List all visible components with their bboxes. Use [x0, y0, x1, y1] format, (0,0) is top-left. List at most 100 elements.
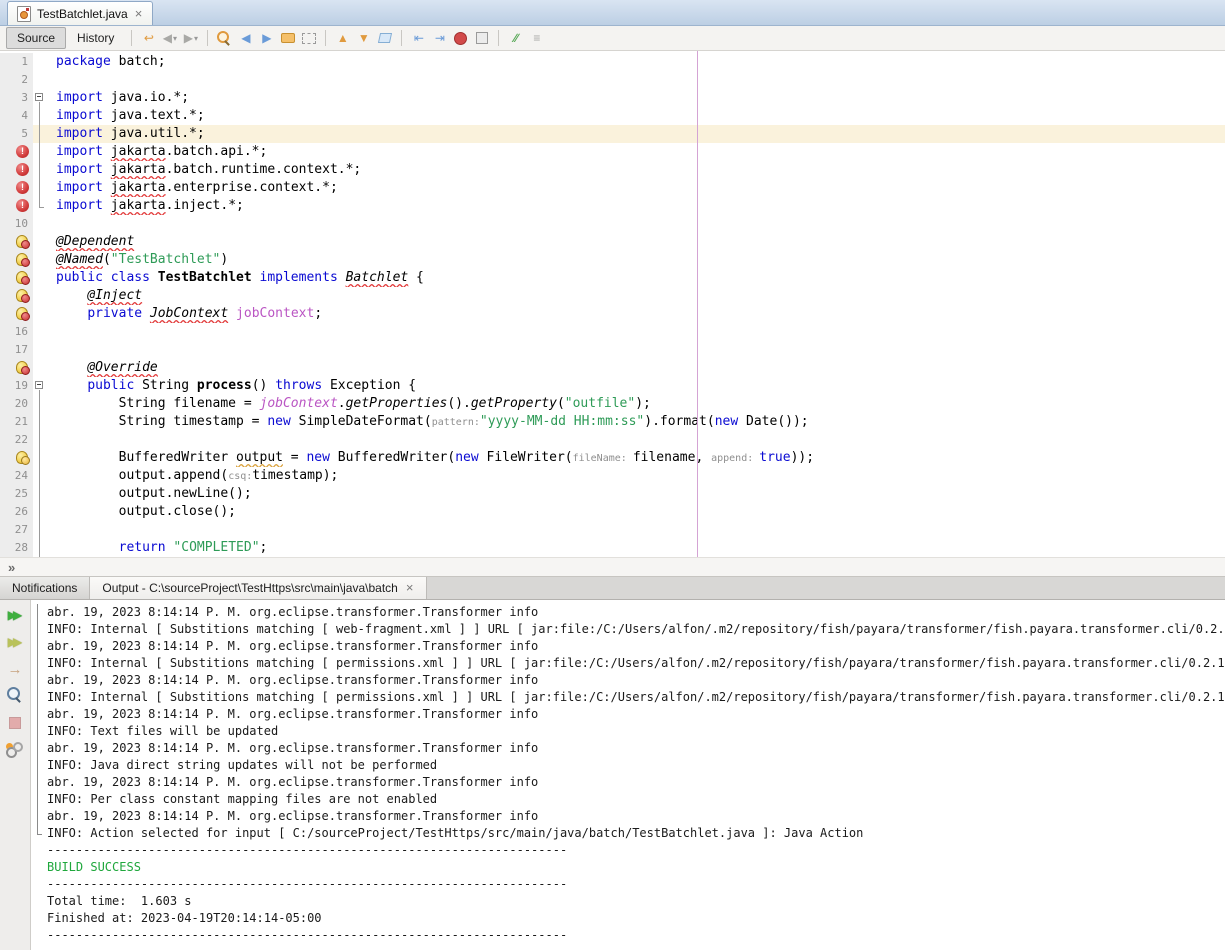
- tab-title: TestBatchlet.java: [37, 7, 128, 21]
- gutter-cell[interactable]: 17: [0, 341, 33, 359]
- gutter-cell[interactable]: [0, 287, 33, 305]
- output-fold-bracket: [31, 723, 47, 740]
- highlight-search-icon[interactable]: [277, 29, 298, 48]
- code-line: 4import java.text.*;: [0, 107, 1225, 125]
- output-lines[interactable]: abr. 19, 2023 8:14:14 P. M. org.eclipse.…: [31, 600, 1225, 950]
- error-icon[interactable]: [16, 199, 29, 212]
- rerun-with-goals-icon[interactable]: ▶▶: [1, 631, 29, 653]
- gutter-cell[interactable]: [0, 161, 33, 179]
- bulb-error-icon[interactable]: [16, 307, 29, 320]
- fold-column: [33, 305, 47, 323]
- next-bookmark-icon[interactable]: ▼: [353, 29, 374, 48]
- gutter-cell[interactable]: 5: [0, 125, 33, 143]
- search-output-icon[interactable]: [3, 685, 27, 707]
- output-text: Finished at: 2023-04-19T20:14:14-05:00: [47, 910, 1225, 927]
- fold-column[interactable]: [33, 377, 47, 395]
- comment-icon[interactable]: ∕∕: [505, 29, 526, 48]
- previous-bookmark-icon[interactable]: ▲: [332, 29, 353, 48]
- gutter-cell[interactable]: [0, 269, 33, 287]
- find-previous-icon[interactable]: ◀: [235, 29, 256, 48]
- build-settings-icon[interactable]: [3, 739, 27, 761]
- toolbar-separator: [131, 30, 132, 46]
- stop-macro-recording-icon[interactable]: [471, 29, 492, 48]
- close-icon[interactable]: ×: [405, 583, 415, 593]
- gutter-cell[interactable]: 25: [0, 485, 33, 503]
- gutter-cell[interactable]: 22: [0, 431, 33, 449]
- gutter-cell[interactable]: [0, 197, 33, 215]
- fold-column: [33, 71, 47, 89]
- gutter-cell[interactable]: 21: [0, 413, 33, 431]
- gutter-cell[interactable]: 2: [0, 71, 33, 89]
- toggle-bookmark-icon[interactable]: [374, 29, 395, 48]
- history-view-button[interactable]: History: [66, 27, 125, 49]
- gutter-cell[interactable]: 1: [0, 53, 33, 71]
- rectangular-selection-icon[interactable]: [298, 29, 319, 48]
- last-edit-location-icon[interactable]: ↩: [138, 29, 159, 48]
- run-arrow-icon[interactable]: →: [3, 658, 27, 680]
- uncomment-icon[interactable]: ≡: [526, 29, 547, 48]
- gutter-cell[interactable]: [0, 233, 33, 251]
- gutter-cell[interactable]: 3: [0, 89, 33, 107]
- error-icon[interactable]: [16, 145, 29, 158]
- gutter-cell[interactable]: 24: [0, 467, 33, 485]
- tab-output[interactable]: Output - C:\sourceProject\TestHttps\src\…: [90, 577, 427, 599]
- error-icon[interactable]: [16, 181, 29, 194]
- shift-line-right-icon[interactable]: ⇥: [429, 29, 450, 48]
- forward-icon[interactable]: ▶▾: [180, 29, 201, 48]
- source-view-button[interactable]: Source: [6, 27, 66, 49]
- fold-column[interactable]: [33, 89, 47, 107]
- rerun-build-icon[interactable]: ▶▶: [1, 604, 29, 626]
- gutter-cell[interactable]: 16: [0, 323, 33, 341]
- error-icon[interactable]: [16, 163, 29, 176]
- tab-notifications[interactable]: Notifications: [0, 577, 90, 599]
- gutter-cell[interactable]: 28: [0, 539, 33, 557]
- close-icon[interactable]: ×: [134, 9, 144, 19]
- breadcrumb-bar[interactable]: »: [0, 557, 1225, 577]
- output-line: INFO: Internal [ Substitions matching [ …: [31, 655, 1225, 672]
- find-next-icon[interactable]: ▶: [256, 29, 277, 48]
- gutter-cell[interactable]: 20: [0, 395, 33, 413]
- bulb-warning-icon[interactable]: [16, 451, 29, 464]
- gutter-cell[interactable]: [0, 179, 33, 197]
- bulb-error-icon[interactable]: [16, 271, 29, 284]
- gutter-cell[interactable]: [0, 251, 33, 269]
- gutter-cell[interactable]: [0, 143, 33, 161]
- find-icon[interactable]: [214, 29, 235, 48]
- code-text: import java.util.*;: [47, 125, 1225, 143]
- bulb-error-icon[interactable]: [16, 289, 29, 302]
- start-macro-recording-icon[interactable]: [450, 29, 471, 48]
- output-fold-bracket: [31, 604, 47, 621]
- output-line: INFO: Internal [ Substitions matching [ …: [31, 621, 1225, 638]
- output-line: ----------------------------------------…: [31, 876, 1225, 893]
- output-text: Total time: 1.603 s: [47, 893, 1225, 910]
- gutter-cell[interactable]: [0, 359, 33, 377]
- output-fold-bracket: [31, 655, 47, 672]
- code-text: output.append(csq:timestamp);: [47, 467, 1225, 485]
- bulb-error-icon[interactable]: [16, 253, 29, 266]
- gutter-cell[interactable]: [0, 449, 33, 467]
- gutter-cell[interactable]: 19: [0, 377, 33, 395]
- gutter-cell[interactable]: 26: [0, 503, 33, 521]
- bulb-error-icon[interactable]: [16, 361, 29, 374]
- output-fold-bracket: [31, 893, 47, 910]
- chevron-double-icon[interactable]: »: [8, 560, 15, 575]
- toolbar-separator: [325, 30, 326, 46]
- gutter-cell[interactable]: 4: [0, 107, 33, 125]
- fold-toggle-icon[interactable]: [35, 381, 43, 389]
- fold-toggle-icon[interactable]: [35, 93, 43, 101]
- code-text: BufferedWriter output = new BufferedWrit…: [47, 449, 1225, 467]
- shift-line-left-icon[interactable]: ⇤: [408, 29, 429, 48]
- back-icon[interactable]: ◀▾: [159, 29, 180, 48]
- bulb-error-icon[interactable]: [16, 235, 29, 248]
- gutter-cell[interactable]: 10: [0, 215, 33, 233]
- editor-toolbar-icons: ↩◀▾▶▾ ◀▶ ▲▼ ⇤⇥ ∕∕≡: [138, 29, 547, 48]
- output-line: abr. 19, 2023 8:14:14 P. M. org.eclipse.…: [31, 706, 1225, 723]
- gutter-cell[interactable]: [0, 305, 33, 323]
- code-text: output.close();: [47, 503, 1225, 521]
- fold-column: [33, 125, 47, 143]
- tab-testbatchlet-java[interactable]: TestBatchlet.java ×: [7, 1, 153, 25]
- stop-build-icon[interactable]: [3, 712, 27, 734]
- output-fold-bracket: [31, 876, 47, 893]
- gutter-cell[interactable]: 27: [0, 521, 33, 539]
- code-editor[interactable]: 1package batch;23import java.io.*;4impor…: [0, 51, 1225, 557]
